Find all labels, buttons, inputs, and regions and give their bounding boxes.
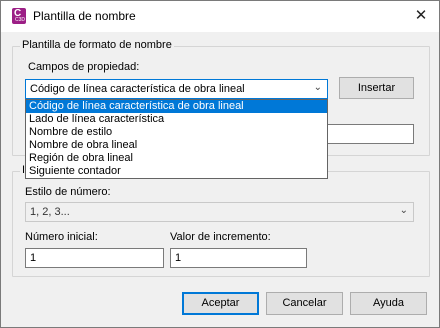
number-style-label: Estilo de número: <box>25 186 111 198</box>
dropdown-option[interactable]: Código de línea característica de obra l… <box>26 100 327 113</box>
property-fields-value: Código de línea característica de obra l… <box>30 83 245 95</box>
close-icon[interactable]: ✕ <box>409 5 433 27</box>
start-number-input[interactable]: 1 <box>25 248 164 268</box>
dropdown-option[interactable]: Nombre de obra lineal <box>26 139 327 152</box>
start-number-label: Número inicial: <box>25 231 98 243</box>
chevron-down-icon: ⌄ <box>313 82 322 93</box>
dialog-title: Plantilla de nombre <box>33 9 136 23</box>
name-template-dialog: C C3D Plantilla de nombre ✕ Plantilla de … <box>0 0 440 328</box>
increment-value-label: Valor de incremento: <box>170 231 271 243</box>
dropdown-option[interactable]: Lado de línea característica <box>26 113 327 126</box>
dropdown-option[interactable]: Nombre de estilo <box>26 126 327 139</box>
increment-value-input[interactable]: 1 <box>170 248 307 268</box>
insert-button[interactable]: Insertar <box>339 77 414 99</box>
cancel-button[interactable]: Cancelar <box>266 292 343 315</box>
number-style-select[interactable]: 1, 2, 3... ⌄ <box>25 202 414 222</box>
help-button[interactable]: Ayuda <box>350 292 427 315</box>
property-fields-dropdown-list: Código de línea característica de obra l… <box>25 99 328 179</box>
title-bar: C C3D Plantilla de nombre ✕ <box>1 1 439 32</box>
civil3d-app-icon: C C3D <box>12 8 26 24</box>
dropdown-option[interactable]: Región de obra lineal <box>26 152 327 165</box>
property-fields-select[interactable]: Código de línea característica de obra l… <box>25 79 328 99</box>
dropdown-option[interactable]: Siguiente contador <box>26 165 327 178</box>
property-fields-label: Campos de propiedad: <box>28 61 140 73</box>
number-style-value: 1, 2, 3... <box>30 206 70 218</box>
name-format-template-group-label: Plantilla de formato de nombre <box>20 39 174 51</box>
chevron-down-icon: ⌄ <box>399 205 408 216</box>
ok-button[interactable]: Aceptar <box>182 292 259 315</box>
